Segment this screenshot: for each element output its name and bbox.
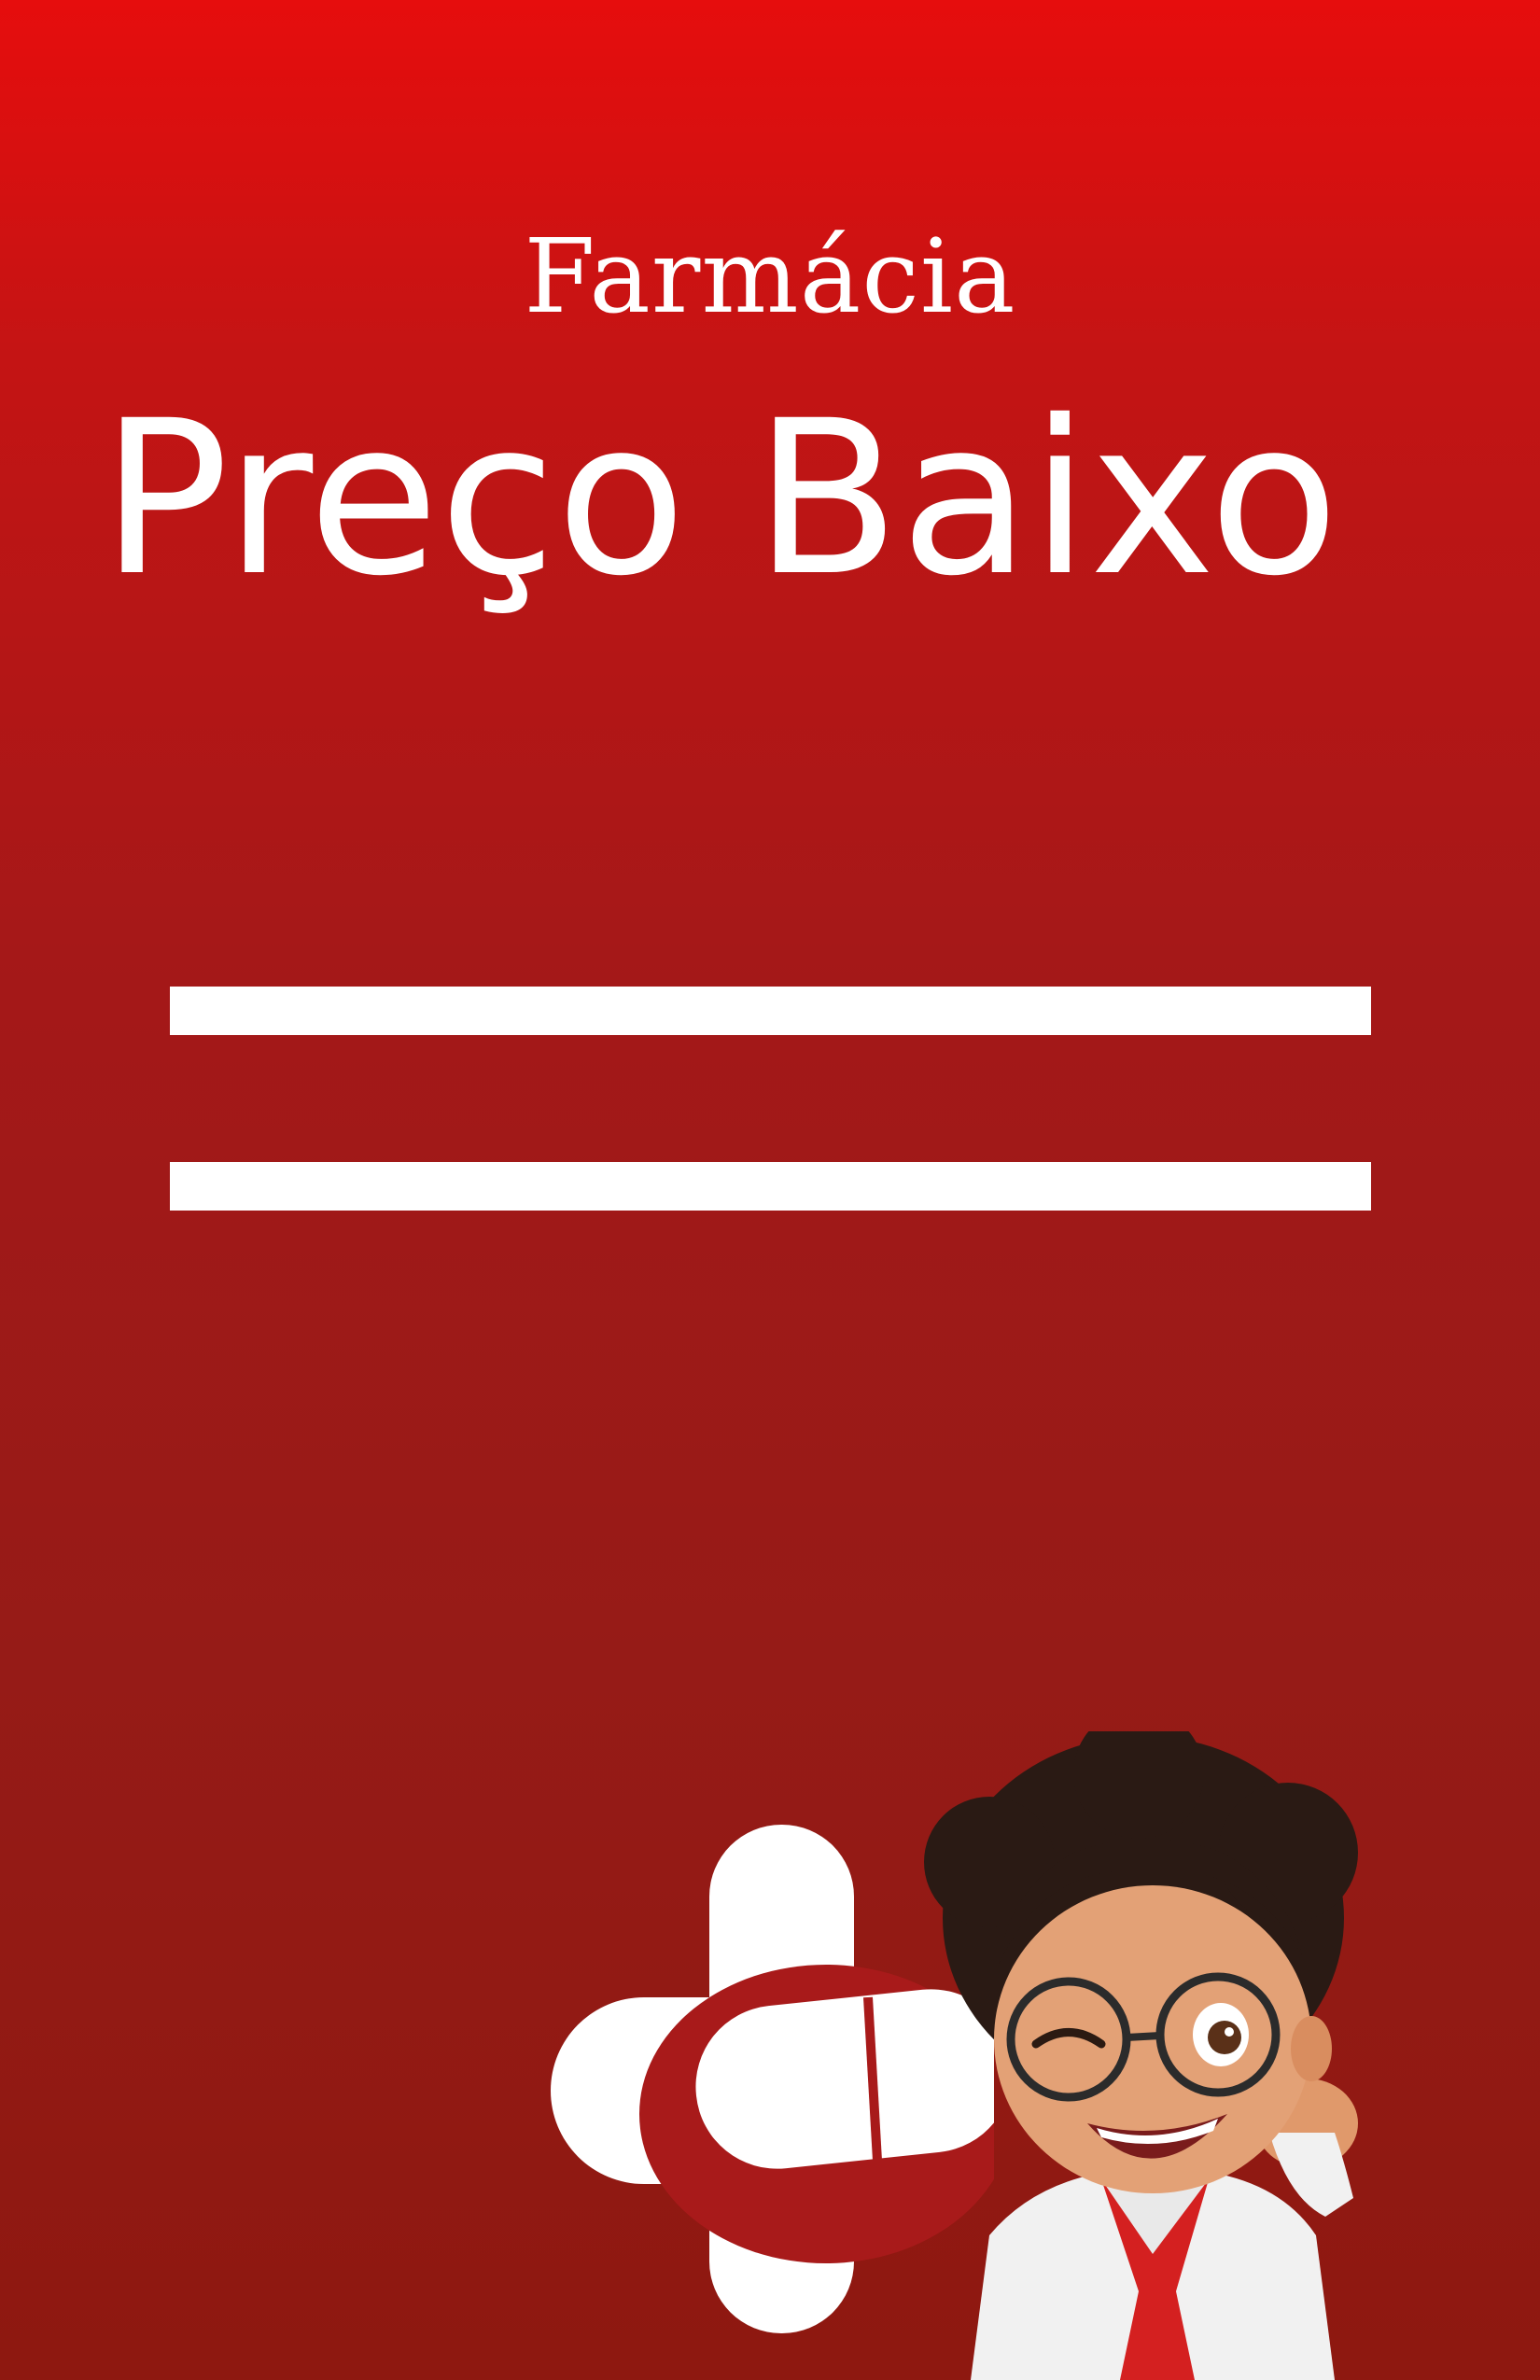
pharmacist-mascot-icon [924,1731,1358,2380]
divider-line-bottom [170,1162,1371,1211]
brand-eyebrow: Farmácia [524,217,1016,336]
divider-line-top [170,987,1371,1035]
brand-title: Preço Baixo [101,374,1339,623]
flyer: Farmácia Preço Baixo [0,0,1540,2380]
